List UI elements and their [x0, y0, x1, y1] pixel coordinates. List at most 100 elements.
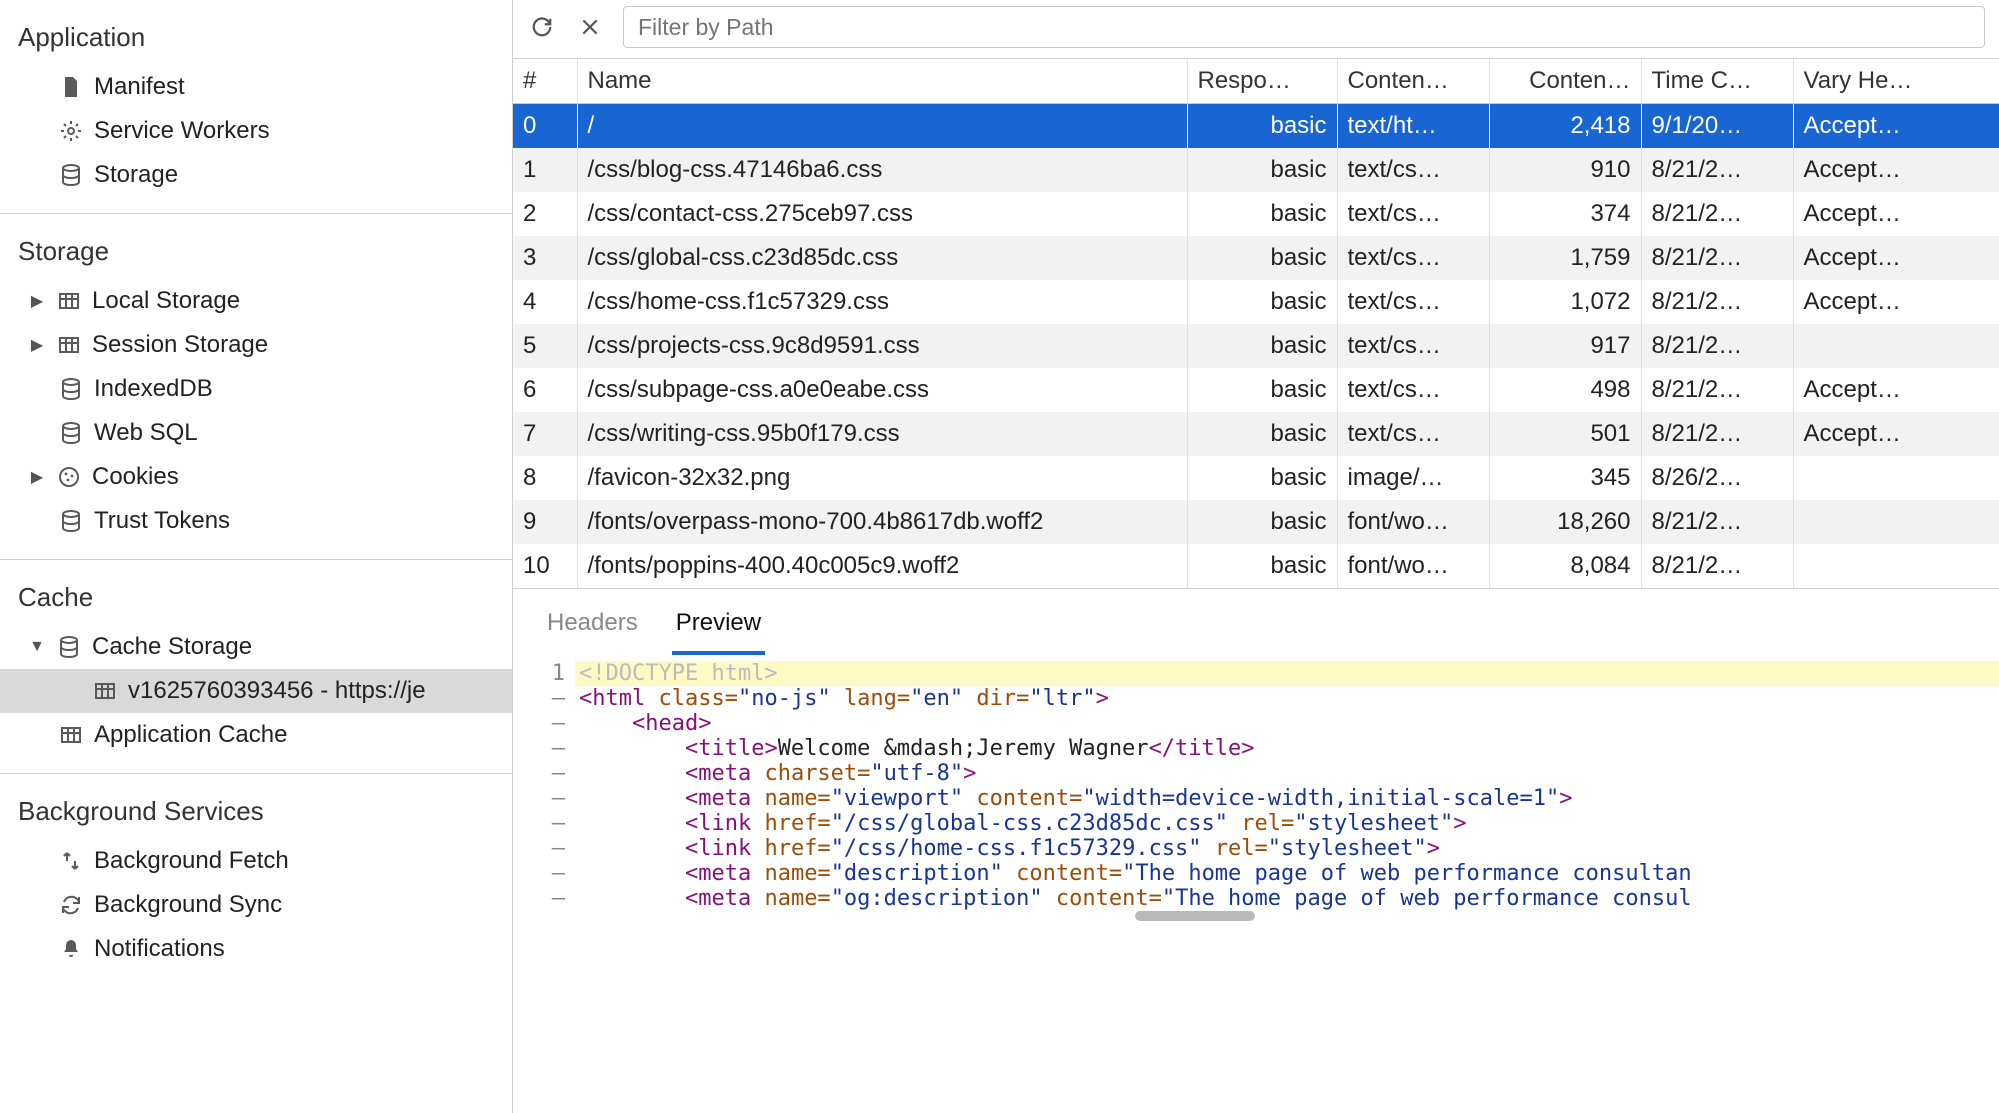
refresh-button[interactable]	[527, 12, 557, 42]
sidebar-item-service-workers[interactable]: Service Workers	[0, 109, 512, 153]
table-row[interactable]: 3/css/global-css.c23d85dc.cssbasictext/c…	[513, 236, 1999, 280]
sidebar-item-cache-storage[interactable]: ▼Cache Storage	[0, 625, 512, 669]
table-cell: basic	[1187, 500, 1337, 544]
source-line[interactable]: – <meta charset="utf-8">	[513, 761, 1999, 786]
filter-input[interactable]	[623, 6, 1985, 48]
table-cell: /css/home-css.f1c57329.css	[577, 280, 1187, 324]
sidebar-item-session-storage[interactable]: ▶Session Storage	[0, 323, 512, 367]
table-cell: 8/26/2…	[1641, 456, 1793, 500]
database-icon	[58, 420, 84, 446]
source-line[interactable]: 1<!DOCTYPE html>	[513, 661, 1999, 686]
table-cell: 0	[513, 104, 577, 149]
disclosure-triangle-icon[interactable]: ▶	[28, 291, 46, 311]
table-cell	[1793, 544, 1999, 588]
table-cell: 498	[1489, 368, 1641, 412]
clear-button[interactable]	[575, 12, 605, 42]
disclosure-triangle-icon[interactable]: ▶	[28, 467, 46, 487]
column-header[interactable]: Time C…	[1641, 59, 1793, 104]
source-line[interactable]: – <link href="/css/home-css.f1c57329.css…	[513, 836, 1999, 861]
table-cell: text/cs…	[1337, 368, 1489, 412]
table-cell: 5	[513, 324, 577, 368]
sidebar-item-web-sql[interactable]: Web SQL	[0, 411, 512, 455]
sidebar-item-storage[interactable]: Storage	[0, 153, 512, 197]
source-line[interactable]: – <link href="/css/global-css.c23d85dc.c…	[513, 811, 1999, 836]
table-row[interactable]: 5/css/projects-css.9c8d9591.cssbasictext…	[513, 324, 1999, 368]
table-cell: Accept…	[1793, 192, 1999, 236]
fetch-icon	[58, 848, 84, 874]
table-row[interactable]: 2/css/contact-css.275ceb97.cssbasictext/…	[513, 192, 1999, 236]
table-cell: /favicon-32x32.png	[577, 456, 1187, 500]
table-row[interactable]: 4/css/home-css.f1c57329.cssbasictext/cs……	[513, 280, 1999, 324]
column-header[interactable]: Name	[577, 59, 1187, 104]
bell-icon	[58, 936, 84, 962]
sidebar-item-cookies[interactable]: ▶ Cookies	[0, 455, 512, 499]
table-row[interactable]: 10/fonts/poppins-400.40c005c9.woff2basic…	[513, 544, 1999, 588]
sidebar-item-background-fetch[interactable]: Background Fetch	[0, 839, 512, 883]
table-cell: 7	[513, 412, 577, 456]
column-header[interactable]: Conten…	[1489, 59, 1641, 104]
sidebar-item-indexeddb[interactable]: IndexedDB	[0, 367, 512, 411]
refresh-icon	[531, 16, 553, 38]
sidebar-item-background-sync[interactable]: Background Sync	[0, 883, 512, 927]
table-cell: 6	[513, 368, 577, 412]
table-cell: basic	[1187, 148, 1337, 192]
table-cell: 8,084	[1489, 544, 1641, 588]
source-code: <html class="no-js" lang="en" dir="ltr">	[575, 686, 1999, 711]
sync-icon	[58, 892, 84, 918]
source-line[interactable]: – <meta name="viewport" content="width=d…	[513, 786, 1999, 811]
table-icon	[56, 332, 82, 358]
table-cell: 8/21/2…	[1641, 412, 1793, 456]
sidebar-item-local-storage[interactable]: ▶Local Storage	[0, 279, 512, 323]
table-cell: basic	[1187, 236, 1337, 280]
table-cell: text/cs…	[1337, 148, 1489, 192]
line-number: –	[513, 711, 575, 736]
tab-headers[interactable]: Headers	[543, 599, 642, 655]
line-number: –	[513, 786, 575, 811]
disclosure-triangle-icon[interactable]: ▶	[28, 335, 46, 355]
disclosure-triangle-icon[interactable]: ▼	[28, 638, 46, 656]
horizontal-scrollbar[interactable]	[575, 911, 1999, 921]
column-header[interactable]: Respo…	[1187, 59, 1337, 104]
table-cell: 1,072	[1489, 280, 1641, 324]
table-cell: 345	[1489, 456, 1641, 500]
preview-pane[interactable]: 1<!DOCTYPE html>–<html class="no-js" lan…	[513, 655, 1999, 1113]
tab-preview[interactable]: Preview	[672, 599, 765, 655]
sidebar-item-cache-entry[interactable]: v1625760393456 - https://je	[0, 669, 512, 713]
line-number: –	[513, 861, 575, 886]
source-line[interactable]: – <head>	[513, 711, 1999, 736]
sidebar-item-label: Service Workers	[94, 117, 270, 145]
table-cell: Accept…	[1793, 280, 1999, 324]
sidebar-item-label: Cookies	[92, 463, 179, 491]
table-row[interactable]: 1/css/blog-css.47146ba6.cssbasictext/cs……	[513, 148, 1999, 192]
column-header[interactable]: #	[513, 59, 577, 104]
sidebar-item-trust-tokens[interactable]: Trust Tokens	[0, 499, 512, 543]
sidebar-item-label: v1625760393456 - https://je	[128, 677, 426, 705]
table-row[interactable]: 8/favicon-32x32.pngbasicimage/…3458/26/2…	[513, 456, 1999, 500]
table-row[interactable]: 7/css/writing-css.95b0f179.cssbasictext/…	[513, 412, 1999, 456]
table-row[interactable]: 9/fonts/overpass-mono-700.4b8617db.woff2…	[513, 500, 1999, 544]
scrollbar-thumb[interactable]	[1135, 911, 1255, 921]
cache-entries-table: #NameRespo…Conten…Conten…Time C…Vary He……	[513, 59, 1999, 589]
file-icon	[58, 74, 84, 100]
source-line[interactable]: – <meta name="description" content="The …	[513, 861, 1999, 886]
cache-toolbar	[513, 0, 1999, 59]
sidebar-item-label: Web SQL	[94, 419, 198, 447]
source-code: <meta name="og:description" content="The…	[575, 886, 1999, 911]
column-header[interactable]: Vary He…	[1793, 59, 1999, 104]
sidebar-item-manifest[interactable]: Manifest	[0, 65, 512, 109]
table-cell: basic	[1187, 280, 1337, 324]
table-row[interactable]: 0/basictext/ht…2,4189/1/20…Accept…	[513, 104, 1999, 149]
table-cell: 9/1/20…	[1641, 104, 1793, 149]
source-code: <title>Welcome &mdash;Jeremy Wagner</tit…	[575, 736, 1999, 761]
source-line[interactable]: –<html class="no-js" lang="en" dir="ltr"…	[513, 686, 1999, 711]
column-header[interactable]: Conten…	[1337, 59, 1489, 104]
sidebar-item-application-cache[interactable]: Application Cache	[0, 713, 512, 757]
table-cell: basic	[1187, 544, 1337, 588]
sidebar-item-notifications[interactable]: Notifications	[0, 927, 512, 971]
source-line[interactable]: – <title>Welcome &mdash;Jeremy Wagner</t…	[513, 736, 1999, 761]
source-line[interactable]: – <meta name="og:description" content="T…	[513, 886, 1999, 911]
sidebar-item-label: Manifest	[94, 73, 185, 101]
line-number: 1	[513, 661, 575, 686]
table-cell: /fonts/overpass-mono-700.4b8617db.woff2	[577, 500, 1187, 544]
table-row[interactable]: 6/css/subpage-css.a0e0eabe.cssbasictext/…	[513, 368, 1999, 412]
